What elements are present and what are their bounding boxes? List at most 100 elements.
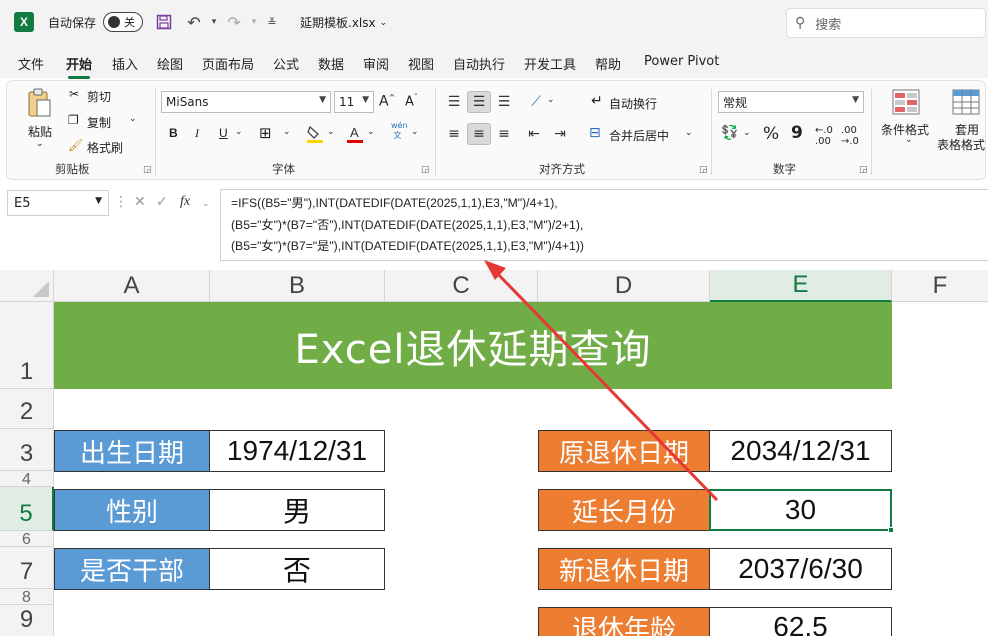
decrease-font-icon[interactable]: Aˇ — [405, 93, 418, 109]
row-header-9[interactable]: 9 — [0, 605, 54, 636]
merge-center-icon[interactable]: ⊟ — [589, 125, 601, 141]
fill-handle[interactable] — [888, 527, 894, 533]
conditional-dropdown-icon[interactable]: ⌄ — [905, 135, 913, 145]
font-name-dropdown[interactable]: MiSans ▼ — [161, 91, 331, 113]
column-header-c[interactable]: C — [385, 270, 538, 302]
redo-dropdown-icon[interactable]: ▾ — [244, 12, 264, 32]
cell-d3[interactable]: 原退休日期 — [538, 430, 710, 472]
tab-help[interactable]: 帮助 — [595, 54, 621, 73]
number-format-dropdown[interactable]: 常规 ▼ — [718, 91, 864, 113]
row-header-2[interactable]: 2 — [0, 389, 54, 429]
copy-button[interactable]: 复制 — [87, 114, 111, 131]
decrease-indent-icon[interactable]: ⇤ — [523, 123, 545, 145]
redo-icon[interactable]: ↷ — [224, 12, 244, 32]
fill-color-icon[interactable] — [305, 123, 325, 145]
save-icon[interactable] — [154, 12, 174, 32]
cell-e7[interactable]: 2037/6/30 — [709, 548, 892, 590]
tab-home[interactable]: 开始 — [66, 54, 92, 79]
align-right-icon[interactable]: ≡ — [493, 123, 515, 145]
copy-icon[interactable]: ❐ — [68, 113, 79, 127]
name-box[interactable]: E5 ▼ — [7, 190, 109, 216]
alignment-launcher-icon[interactable]: ◲ — [699, 165, 708, 175]
borders-icon[interactable]: ⊞ — [259, 124, 272, 142]
format-painter-icon[interactable]: 🖌 — [68, 138, 83, 152]
font-color-dropdown-icon[interactable]: ⌄ — [367, 127, 375, 137]
currency-dropdown-icon[interactable]: ⌄ — [743, 128, 751, 138]
customize-toolbar-icon[interactable]: ≚ — [262, 12, 282, 32]
comma-button[interactable]: 9 — [791, 123, 803, 143]
font-color-icon[interactable]: A — [345, 123, 365, 145]
cell-a7[interactable]: 是否干部 — [54, 548, 210, 590]
tab-automate[interactable]: 自动执行 — [453, 54, 505, 73]
row-header-7[interactable]: 7 — [0, 547, 54, 589]
align-left-icon[interactable]: ≡ — [443, 123, 465, 145]
fill-color-dropdown-icon[interactable]: ⌄ — [327, 127, 335, 137]
tab-insert[interactable]: 插入 — [112, 54, 138, 73]
tab-developer[interactable]: 开发工具 — [524, 54, 576, 73]
number-launcher-icon[interactable]: ◲ — [859, 165, 868, 175]
cell-b3[interactable]: 1974/12/31 — [209, 430, 385, 472]
tab-file[interactable]: 文件 — [18, 54, 44, 73]
underline-button[interactable]: U — [219, 126, 228, 140]
underline-dropdown-icon[interactable]: ⌄ — [235, 127, 243, 137]
cell-e9[interactable]: 62.5 — [709, 607, 892, 636]
align-center-icon[interactable]: ≡ — [467, 123, 491, 145]
orientation-dropdown-icon[interactable]: ⌄ — [547, 95, 555, 105]
merge-dropdown-icon[interactable]: ⌄ — [685, 128, 693, 138]
cell-d9[interactable]: 退休年龄 — [538, 607, 710, 636]
file-name[interactable]: 延期模板.xlsx ⌄ — [300, 14, 387, 31]
cut-button[interactable]: 剪切 — [87, 88, 111, 105]
increase-font-icon[interactable]: A^ — [379, 93, 395, 110]
wrap-text-icon[interactable]: ↵ — [591, 93, 603, 109]
tab-draw[interactable]: 绘图 — [157, 54, 183, 73]
italic-button[interactable]: I — [195, 126, 199, 141]
paste-icon[interactable] — [25, 87, 53, 119]
borders-dropdown-icon[interactable]: ⌄ — [283, 127, 291, 137]
cell-e5[interactable]: 30 — [709, 489, 894, 533]
cancel-icon[interactable]: ✕ — [134, 194, 146, 210]
undo-icon[interactable]: ↶ — [184, 12, 204, 32]
tab-page-layout[interactable]: 页面布局 — [202, 54, 254, 73]
row-header-4[interactable]: 4 — [0, 471, 54, 487]
tab-power-pivot[interactable]: Power Pivot — [644, 54, 719, 69]
cell-d7[interactable]: 新退休日期 — [538, 548, 710, 590]
phonetic-icon[interactable]: wén 文 — [391, 121, 408, 141]
merge-center-button[interactable]: 合并后居中 — [609, 127, 669, 144]
sheet-title-cell[interactable]: Excel退休延期查询 — [54, 302, 892, 389]
align-middle-icon[interactable]: ☰ — [467, 91, 491, 113]
cell-a5[interactable]: 性别 — [54, 489, 210, 531]
format-painter-button[interactable]: 格式刷 — [87, 139, 123, 156]
phonetic-dropdown-icon[interactable]: ⌄ — [411, 127, 419, 137]
decrease-decimal-icon[interactable]: .00 →.0 — [841, 125, 859, 147]
paste-button[interactable]: 粘贴 — [28, 123, 52, 140]
percent-button[interactable]: % — [763, 124, 779, 144]
formula-input[interactable]: =IFS((B5="男"),INT(DATEDIF(DATE(2025,1,1)… — [220, 189, 988, 261]
chevron-down-icon[interactable]: ⌄ — [202, 199, 210, 209]
cell-a3[interactable]: 出生日期 — [54, 430, 210, 472]
font-size-dropdown[interactable]: 11 ▼ — [334, 91, 374, 113]
align-top-icon[interactable]: ☰ — [443, 91, 465, 113]
autosave-toggle[interactable]: 关 — [103, 12, 143, 32]
cell-d5[interactable]: 延长月份 — [538, 489, 710, 531]
font-launcher-icon[interactable]: ◲ — [421, 165, 430, 175]
cut-icon[interactable]: ✂ — [69, 87, 79, 101]
insert-function-button[interactable]: fx — [180, 194, 190, 210]
conditional-formatting-icon[interactable] — [891, 87, 921, 117]
format-as-table-icon[interactable] — [951, 87, 981, 117]
undo-dropdown-icon[interactable]: ▾ — [204, 12, 224, 32]
cell-b5[interactable]: 男 — [209, 489, 385, 531]
cell-b7[interactable]: 否 — [209, 548, 385, 590]
column-header-b[interactable]: B — [210, 270, 385, 302]
row-header-8[interactable]: 8 — [0, 589, 54, 605]
wrap-text-button[interactable]: 自动换行 — [609, 95, 657, 112]
currency-icon[interactable]: 💱 — [721, 125, 738, 141]
copy-dropdown-icon[interactable]: ⌄ — [129, 114, 137, 124]
tab-view[interactable]: 视图 — [408, 54, 434, 73]
cell-e3[interactable]: 2034/12/31 — [709, 430, 892, 472]
paste-dropdown-icon[interactable]: ⌄ — [36, 139, 44, 149]
tab-formulas[interactable]: 公式 — [273, 54, 299, 73]
row-header-5[interactable]: 5 — [0, 487, 54, 531]
align-bottom-icon[interactable]: ☰ — [493, 91, 515, 113]
column-header-f[interactable]: F — [892, 270, 988, 302]
search-box[interactable]: ⚲ 搜索 — [786, 8, 986, 38]
